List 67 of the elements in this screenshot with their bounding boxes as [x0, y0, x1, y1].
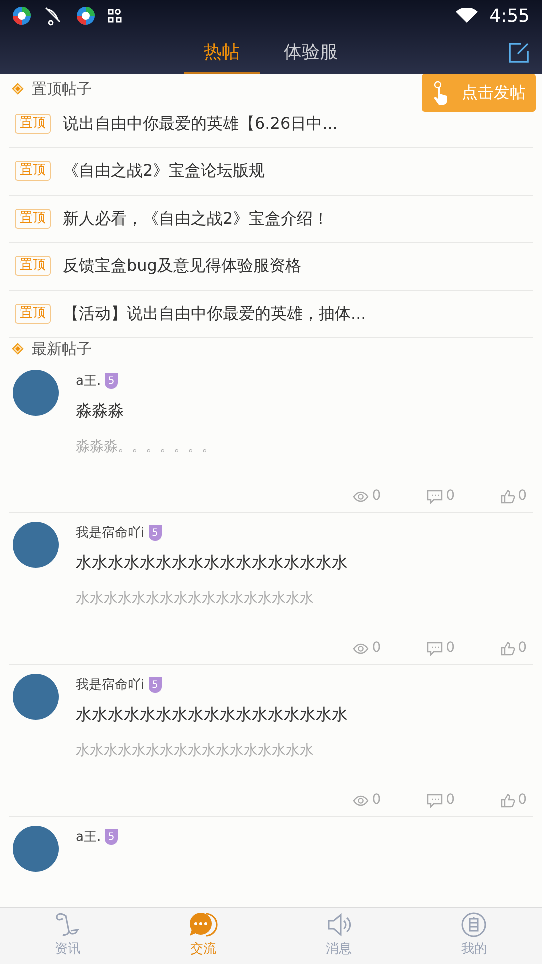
scroll-icon — [54, 912, 82, 938]
tab[interactable]: 体验服 — [264, 32, 358, 74]
eye-icon — [353, 794, 370, 806]
post-title: 水水水水水水水水水水水水水水水水水 — [76, 704, 349, 726]
post-excerpt: 淼淼淼。。。。。。。 — [76, 438, 217, 457]
post-title: 说出自由中你最爱的英雄【6.26日中... — [63, 112, 338, 135]
stat-count: 0 — [518, 791, 527, 810]
avatar-photo-placeholder[interactable] — [13, 370, 59, 416]
tab[interactable]: 热帖 — [184, 32, 260, 74]
app-icon — [76, 6, 96, 26]
stat-count: 0 — [446, 487, 456, 506]
post-title: 【活动】说出自由中你最爱的英雄，抽体... — [63, 302, 366, 325]
stat-count: 0 — [372, 487, 382, 506]
avatar-photo-placeholder[interactable] — [13, 522, 59, 568]
avatar-photo-placeholder[interactable] — [13, 674, 59, 720]
post-title: 新人必看，《自由之战2》宝盒介绍！ — [63, 208, 330, 230]
stat-count: 0 — [372, 639, 382, 658]
app-icon — [12, 6, 32, 26]
pinned-tag: 置顶 — [15, 114, 51, 134]
avatar-photo-placeholder[interactable] — [13, 826, 59, 872]
comment-icon — [427, 794, 444, 808]
post-title: 《自由之战2》宝盒论坛版规 — [63, 160, 266, 182]
speaker-icon — [326, 912, 352, 938]
stat-count: 0 — [446, 639, 456, 658]
author-name: 我是宿命吖i — [76, 524, 145, 542]
stat-count: 0 — [518, 487, 527, 506]
post-title: 水水水水水水水水水水水水水水水水水 — [76, 552, 349, 574]
pinned-tag: 置顶 — [15, 256, 51, 276]
grid-icon — [108, 9, 122, 23]
diamond-icon — [12, 343, 24, 356]
pinned-post[interactable]: 置顶 《自由之战2》宝盒论坛版规 — [9, 148, 533, 196]
stat-count: 0 — [372, 791, 382, 810]
profile-icon — [461, 912, 488, 938]
thumbs-up-icon — [501, 794, 516, 808]
post-title: 反馈宝盒bug及意见得体验服资格 — [63, 255, 302, 278]
comment-icon — [427, 642, 444, 656]
stat-count: 0 — [518, 639, 527, 658]
diamond-icon — [12, 83, 24, 96]
pinned-tag: 置顶 — [15, 208, 51, 229]
thumbs-up-icon — [501, 490, 516, 504]
comment-icon — [427, 490, 444, 504]
pinned-tag: 置顶 — [15, 161, 51, 182]
pinned-tag: 置顶 — [15, 304, 51, 324]
level-badge: 5 — [105, 373, 118, 390]
level-badge: 5 — [105, 829, 118, 846]
eye-icon — [353, 642, 370, 654]
pinned-post[interactable]: 置顶 【活动】说出自由中你最爱的英雄，抽体... — [9, 290, 533, 338]
compose-button[interactable] — [508, 42, 530, 64]
eye-icon — [353, 490, 370, 502]
level-badge: 5 — [148, 525, 162, 542]
status-time: 4:55 — [490, 4, 530, 28]
post-excerpt: 水水水水水水水水水水水水水水水水水 — [76, 742, 315, 761]
section-title: 最新帖子 — [32, 339, 92, 360]
author-name: 我是宿命吖i — [76, 676, 145, 694]
pinned-post[interactable]: 置顶 反馈宝盒bug及意见得体验服资格 — [9, 243, 533, 290]
wifi-icon — [456, 8, 478, 24]
chat-bubble-icon — [188, 912, 218, 938]
section-title: 置顶帖子 — [32, 79, 92, 100]
post-title: 淼淼淼 — [76, 400, 125, 422]
tap-hand-icon — [432, 81, 450, 105]
stat-count: 0 — [446, 791, 456, 810]
pinned-post[interactable]: 置顶 新人必看，《自由之战2》宝盒介绍！ — [9, 196, 533, 243]
post-excerpt: 水水水水水水水水水水水水水水水水水 — [76, 590, 315, 609]
level-badge: 5 — [148, 677, 162, 694]
author-name: a王. — [76, 828, 102, 846]
thumbs-up-icon — [501, 642, 516, 656]
author-name: a王. — [76, 372, 102, 390]
